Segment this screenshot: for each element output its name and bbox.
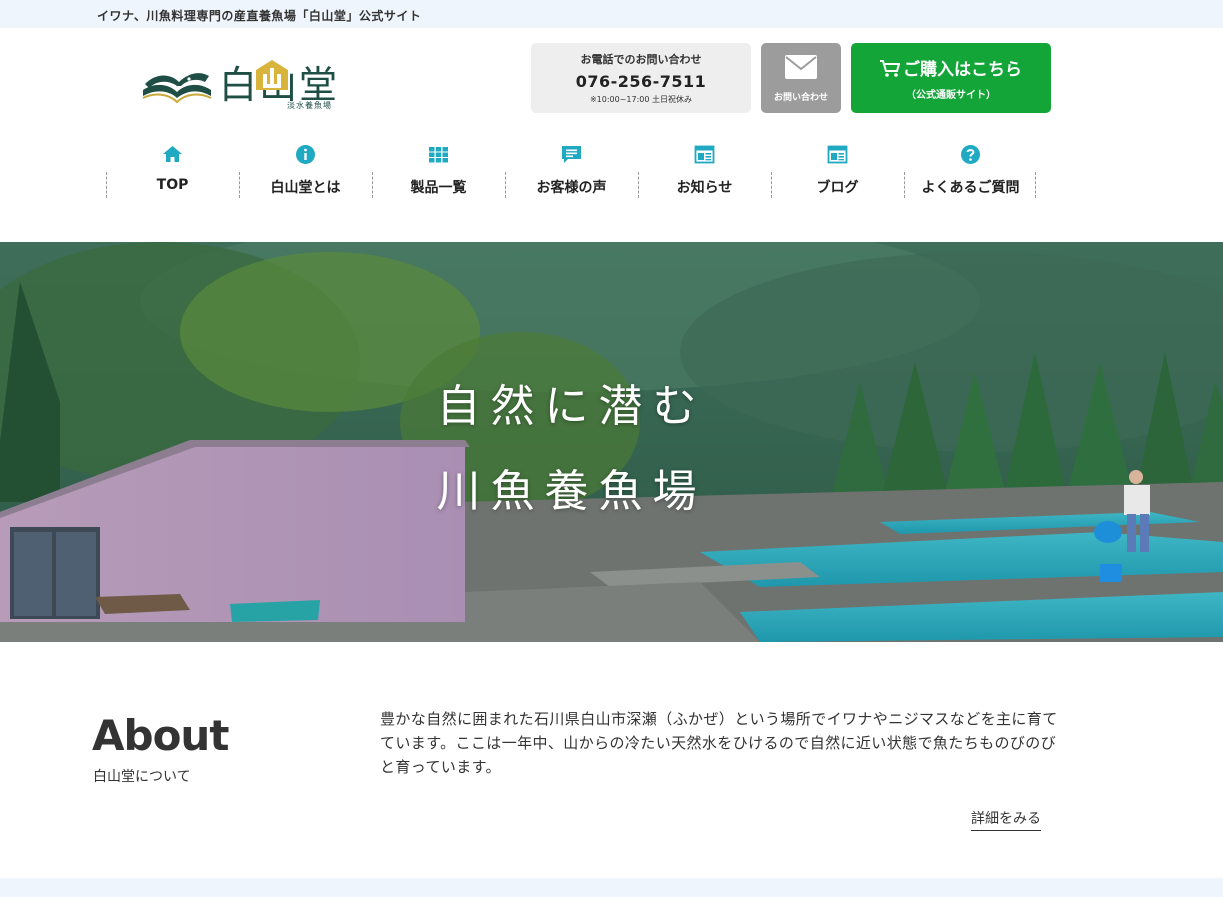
contact-mail-button[interactable]: お問い合わせ — [761, 43, 841, 113]
buy-button[interactable]: ご購入はこちら （公式通販サイト） — [851, 43, 1051, 113]
hero-landscape-image — [0, 242, 1223, 642]
question-icon — [961, 145, 980, 164]
about-subtitle: 白山堂について — [93, 769, 191, 785]
cart-icon — [880, 60, 900, 77]
nav-item-about[interactable]: 白山堂とは — [239, 140, 372, 200]
fish-book-logo-icon — [142, 73, 212, 104]
mountain-mark-icon — [256, 60, 288, 90]
nav-separator — [1035, 172, 1036, 198]
info-icon — [296, 145, 315, 164]
nav-item-faq[interactable]: よくあるご質問 — [904, 140, 1037, 200]
site-tagline: イワナ、川魚料理専門の産直養魚場「白山堂」公式サイト — [97, 9, 422, 23]
phone-title: お電話でのお問い合わせ — [580, 53, 702, 66]
phone-contact-box[interactable]: お電話でのお問い合わせ 076-256-7511 ※10:00~17:00 土日… — [531, 43, 751, 113]
nav-label: よくあるご質問 — [921, 180, 1020, 196]
nav-item-products[interactable]: 製品一覧 — [372, 140, 505, 200]
about-title: About — [92, 711, 229, 760]
nav-item-news[interactable]: お知らせ — [638, 140, 771, 200]
mail-label: お問い合わせ — [773, 93, 828, 103]
hero-heading-line2: 川魚養魚場 — [436, 466, 707, 517]
envelope-icon — [785, 55, 817, 79]
phone-number[interactable]: 076-256-7511 — [531, 72, 751, 91]
logo-subtitle: 淡水養魚場 — [287, 101, 332, 110]
nav-label: 製品一覧 — [410, 180, 467, 196]
buy-sublabel: （公式通販サイト） — [906, 90, 996, 101]
about-more-link[interactable]: 詳細をみる — [971, 808, 1041, 831]
grid-icon — [429, 147, 448, 163]
comment-icon — [562, 146, 581, 163]
news-icon — [694, 145, 715, 164]
nav-label: TOP — [156, 177, 189, 193]
nav-item-blog[interactable]: ブログ — [771, 140, 904, 200]
nav-label: 白山堂とは — [270, 180, 341, 196]
section-divider-band — [0, 878, 1223, 897]
main-nav: TOP 白山堂とは 製品一覧 お客様の声 お知らせ ブログ よくあるご質問 — [106, 140, 1036, 200]
nav-item-voices[interactable]: お客様の声 — [505, 140, 638, 200]
nav-label: お知らせ — [676, 180, 733, 196]
site-logo[interactable]: 白山堂 淡水養魚場 — [141, 52, 341, 116]
about-description: 豊かな自然に囲まれた石川県白山市深瀬（ふかぜ）という場所でイワナやニジマスなどを… — [380, 710, 1058, 776]
phone-hours: ※10:00~17:00 土日祝休み — [589, 95, 693, 104]
top-bar: イワナ、川魚料理専門の産直養魚場「白山堂」公式サイト — [0, 0, 1223, 28]
home-icon — [163, 146, 182, 162]
buy-label: ご購入はこちら — [903, 60, 1022, 80]
hero-banner: 自然に潜む 川魚養魚場 — [0, 242, 1223, 642]
hero-heading-line1: 自然に潜む — [436, 381, 707, 432]
nav-item-top[interactable]: TOP — [106, 140, 239, 200]
blog-icon — [827, 145, 848, 164]
nav-label: ブログ — [816, 180, 859, 196]
buy-label-row: ご購入はこちら — [851, 55, 1051, 80]
nav-label: お客様の声 — [536, 180, 607, 196]
